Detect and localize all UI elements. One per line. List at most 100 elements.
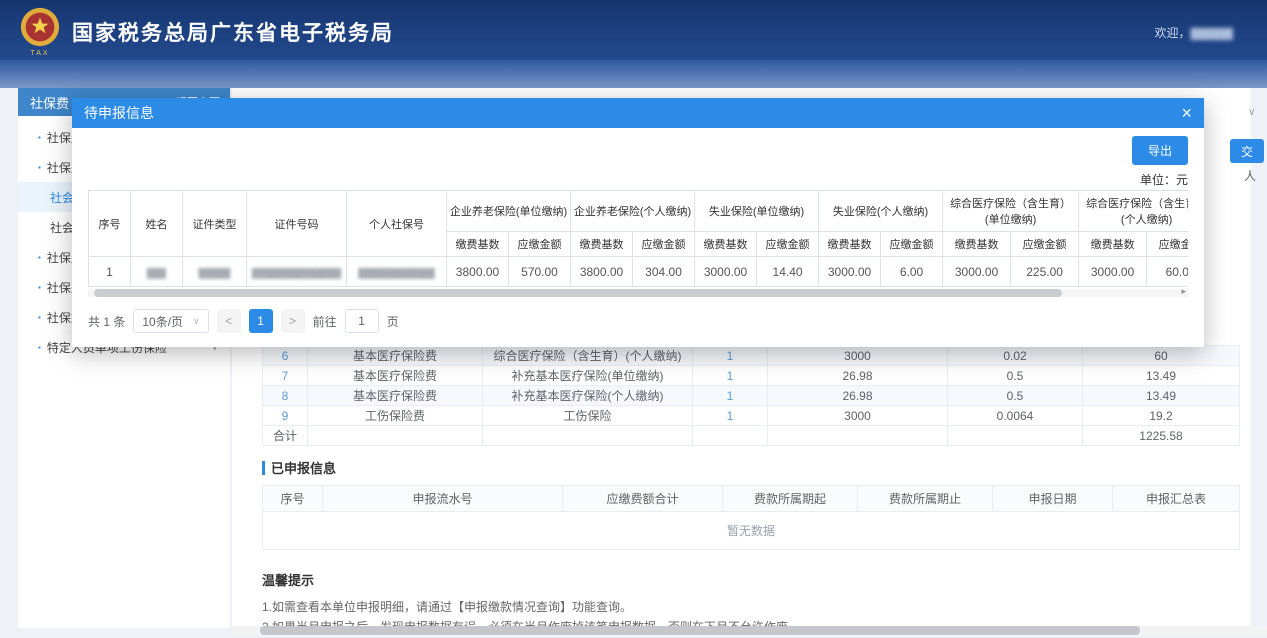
cell-value: 570.00 bbox=[509, 257, 571, 287]
bullet-icon: ▪ bbox=[38, 343, 41, 352]
masked-id-number: ██████████████ bbox=[252, 268, 341, 278]
close-icon[interactable]: × bbox=[1181, 104, 1192, 122]
cell-amount: 60 bbox=[1083, 346, 1240, 366]
group-header-row: 序号 姓名 证件类型 证件号码 个人社保号 企业养老保险(单位缴纳) 企业养老保… bbox=[89, 191, 1189, 232]
goto-unit: 页 bbox=[387, 313, 399, 330]
group-header-cell: 企业养老保险(个人缴纳) bbox=[571, 191, 695, 232]
header-cell: 申报流水号 bbox=[323, 486, 563, 512]
empty-state-text: 暂无数据 bbox=[263, 512, 1240, 550]
pending-declaration-table: 序号 姓名 证件类型 证件号码 个人社保号 企业养老保险(单位缴纳) 企业养老保… bbox=[88, 190, 1188, 287]
cell-count: 1 bbox=[693, 346, 768, 366]
goto-label: 前往 bbox=[313, 313, 337, 330]
cell-item: 基本医疗保险费 bbox=[308, 366, 483, 386]
title-accent-bar bbox=[262, 461, 265, 475]
cell-amount: 13.49 bbox=[1083, 386, 1240, 406]
sub-header-cell: 应缴金额 bbox=[633, 232, 695, 257]
table-row: 7 基本医疗保险费 补充基本医疗保险(单位缴纳) 1 26.98 0.5 13.… bbox=[263, 366, 1240, 386]
clipped-header-text: 人 bbox=[1244, 167, 1256, 184]
tax-logo: TAX bbox=[16, 6, 64, 57]
group-header-cell: 失业保险(个人缴纳) bbox=[819, 191, 943, 232]
chevron-down-icon: ∨ bbox=[193, 316, 200, 327]
table-row: 6 基本医疗保险费 综合医疗保险（含生育）(个人缴纳) 1 3000 0.02 … bbox=[263, 346, 1240, 366]
sub-header-cell: 应缴金额 bbox=[509, 232, 571, 257]
cell-id-number: ██████████████ bbox=[247, 257, 347, 287]
cell-value: 6.00 bbox=[881, 257, 943, 287]
chevron-down-icon[interactable]: ∨ bbox=[1248, 107, 1255, 118]
cell-id-type: █████ bbox=[183, 257, 247, 287]
header-cell: 应缴费额合计 bbox=[563, 486, 723, 512]
cell-count: 1 bbox=[693, 386, 768, 406]
table-row: 9 工伤保险费 工伤保险 1 3000 0.0064 19.2 bbox=[263, 406, 1240, 426]
cell-value: 3000.00 bbox=[1079, 257, 1147, 287]
header-cell: 序号 bbox=[89, 191, 131, 257]
current-page-button[interactable]: 1 bbox=[249, 309, 273, 333]
cell-subitem: 补充基本医疗保险(个人缴纳) bbox=[483, 386, 693, 406]
bullet-icon: ▪ bbox=[38, 133, 41, 142]
tips-section: 温馨提示 1.如需查看本单位申报明细，请通过【申报缴款情况查询】功能查询。 2.… bbox=[262, 570, 1239, 626]
cell-rate: 0.5 bbox=[948, 366, 1083, 386]
horizontal-scrollbar[interactable] bbox=[232, 626, 1267, 635]
sub-header-cell: 应缴金额 bbox=[1011, 232, 1079, 257]
unit-label: 单位：元 bbox=[88, 171, 1188, 188]
scroll-right-arrow-icon[interactable]: ▸ bbox=[1181, 286, 1186, 297]
cell-seq: 7 bbox=[263, 366, 308, 386]
declared-section-title: 已申报信息 bbox=[262, 458, 1239, 477]
cell-base: 3000 bbox=[768, 406, 948, 426]
cell-value: 3000.00 bbox=[695, 257, 757, 287]
cell-value: 304.00 bbox=[633, 257, 695, 287]
header-cell: 证件类型 bbox=[183, 191, 247, 257]
export-button[interactable]: 导出 bbox=[1132, 136, 1188, 165]
table-total-row: 合计 1225.58 bbox=[263, 426, 1240, 446]
pagination: 共 1 条 10条/页 ∨ < 1 > 前往 页 bbox=[88, 309, 1188, 333]
sub-header-cell: 缴费基数 bbox=[819, 232, 881, 257]
cell-seq: 8 bbox=[263, 386, 308, 406]
bullet-icon: ▪ bbox=[38, 313, 41, 322]
scrollbar-thumb[interactable] bbox=[94, 289, 1062, 297]
cell-value: 14.40 bbox=[757, 257, 819, 287]
next-page-button[interactable]: > bbox=[281, 309, 305, 333]
header-cell: 证件号码 bbox=[247, 191, 347, 257]
cell-value: 3800.00 bbox=[447, 257, 509, 287]
site-title: 国家税务总局广东省电子税务局 bbox=[72, 17, 394, 47]
header-cell: 费款所属期止 bbox=[858, 486, 993, 512]
cell-seq: 1 bbox=[89, 257, 131, 287]
cell-count: 1 bbox=[693, 406, 768, 426]
submit-button-fragment[interactable]: 交 bbox=[1230, 139, 1264, 163]
goto-page-input[interactable] bbox=[345, 309, 379, 333]
scrollbar-thumb[interactable] bbox=[260, 626, 1140, 635]
group-header-cell: 失业保险(单位缴纳) bbox=[695, 191, 819, 232]
cell-subitem: 综合医疗保险（含生育）(个人缴纳) bbox=[483, 346, 693, 366]
tips-line-1: 1.如需查看本单位申报明细，请通过【申报缴款情况查询】功能查询。 bbox=[262, 597, 1239, 617]
cell-total-label: 合计 bbox=[263, 426, 308, 446]
page-size-value: 10条/页 bbox=[142, 313, 183, 330]
cell-seq: 9 bbox=[263, 406, 308, 426]
bullet-icon: ▪ bbox=[38, 253, 41, 262]
cell-value: 225.00 bbox=[1011, 257, 1079, 287]
cell-seq: 6 bbox=[263, 346, 308, 366]
cell-empty bbox=[308, 426, 483, 446]
declared-empty-row: 暂无数据 bbox=[263, 512, 1240, 550]
sub-header-cell: 缴费基数 bbox=[695, 232, 757, 257]
sub-header-cell: 应缴金额 bbox=[1147, 232, 1188, 257]
banner-strip bbox=[0, 60, 1267, 88]
modal-body: 导出 单位：元 序号 姓名 证件类型 证件号码 个人社保号 企业养老保险(单位缴… bbox=[72, 128, 1204, 347]
sub-header-cell: 缴费基数 bbox=[1079, 232, 1147, 257]
pending-declaration-modal: 待申报信息 × 导出 单位：元 序号 姓名 证件类型 证件号码 个人社保 bbox=[72, 98, 1204, 347]
modal-horizontal-scrollbar[interactable]: ▸ bbox=[88, 289, 1188, 297]
prev-page-button[interactable]: < bbox=[217, 309, 241, 333]
cell-item: 基本医疗保险费 bbox=[308, 346, 483, 366]
group-header-cell: 企业养老保险(单位缴纳) bbox=[447, 191, 571, 232]
cell-name: ███ bbox=[131, 257, 183, 287]
group-header-cell: 综合医疗保险（含生育）(个人缴纳) bbox=[1079, 191, 1188, 232]
tips-line-2: 2.如果当月申报之后，发现申报数据有误，必须在当月作废掉该笔申报数据，否则在下月… bbox=[262, 617, 1239, 626]
page-size-select[interactable]: 10条/页 ∨ bbox=[133, 309, 208, 333]
modal-header: 待申报信息 × bbox=[72, 98, 1204, 128]
cell-value: 3800.00 bbox=[571, 257, 633, 287]
cell-base: 26.98 bbox=[768, 366, 948, 386]
cell-empty bbox=[948, 426, 1083, 446]
cell-item: 基本医疗保险费 bbox=[308, 386, 483, 406]
cell-base: 26.98 bbox=[768, 386, 948, 406]
masked-name: ███ bbox=[147, 268, 166, 278]
cell-empty bbox=[768, 426, 948, 446]
masked-id-type: █████ bbox=[199, 268, 231, 278]
